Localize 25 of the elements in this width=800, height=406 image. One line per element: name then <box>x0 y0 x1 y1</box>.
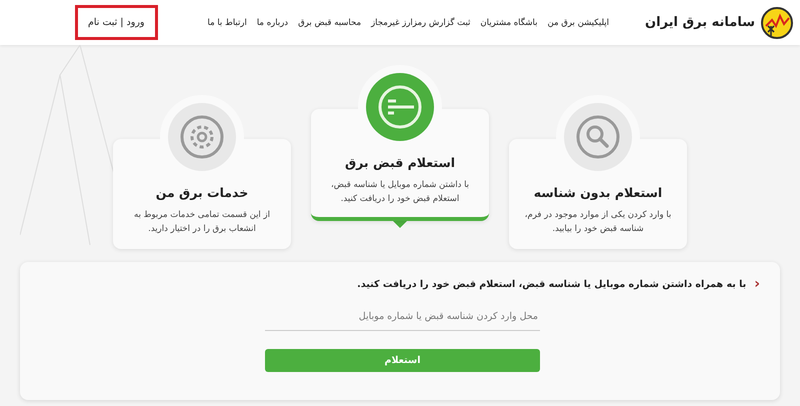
card-description: از این قسمت تمامی خدمات مربوط به انشعاب برق را در اختیار دارید. <box>133 209 271 236</box>
nav-link[interactable]: ارتباط با ما <box>207 18 247 28</box>
pointer-icon <box>393 220 407 228</box>
nav-link[interactable]: اپلیکیشن برق من <box>548 18 610 28</box>
nav-link[interactable]: ثبت گزارش رمزارز غیرمجاز <box>371 18 470 28</box>
nav-link[interactable]: محاسبه قبض برق <box>298 18 362 28</box>
card-description: با وارد کردن یکی از موارد موجود در فرم، شناسه قبض خود را بیابید. <box>524 209 672 236</box>
settings-icon <box>180 115 224 159</box>
instruction-text: با به همراه داشتن شماره موبایل یا شناسه قبض، استعلام قبض خود را دریافت کنید. <box>357 278 746 290</box>
logo-icon <box>760 6 794 40</box>
search-icon <box>576 115 620 159</box>
bill-icon <box>378 85 422 129</box>
service-card[interactable]: خدمات برق من از این قسمت تمامی خدمات مربوط به انشعاب برق را در اختیار دارید. <box>113 95 291 249</box>
service-card[interactable]: استعلام قبض برق با داشتن شماره موبایل یا شناسه قبض، استعلام قبض خود را دریافت کنید. <box>311 65 489 221</box>
logo-text: سامانه برق ایران <box>645 15 755 30</box>
card-title: استعلام قبض برق <box>344 155 456 170</box>
card-description: با داشتن شماره موبایل یا شناسه قبض، استعلام قبض خود را دریافت کنید. <box>330 179 470 206</box>
login-link[interactable]: ورود | ثبت نام <box>75 5 158 40</box>
card-title: خدمات برق من <box>154 185 250 200</box>
service-card[interactable]: استعلام بدون شناسه با وارد کردن یکی از موارد موجود در فرم، شناسه قبض خود را بیابید. <box>509 95 687 249</box>
card-title: استعلام بدون شناسه <box>532 185 664 200</box>
nav-link[interactable]: باشگاه مشتریان <box>480 18 538 28</box>
nav-link[interactable]: درباره ما <box>256 18 288 28</box>
bill-id-field[interactable]: محل وارد کردن شناسه قبض یا شماره موبایل <box>265 302 540 331</box>
caret-icon: ‹ <box>754 276 760 292</box>
